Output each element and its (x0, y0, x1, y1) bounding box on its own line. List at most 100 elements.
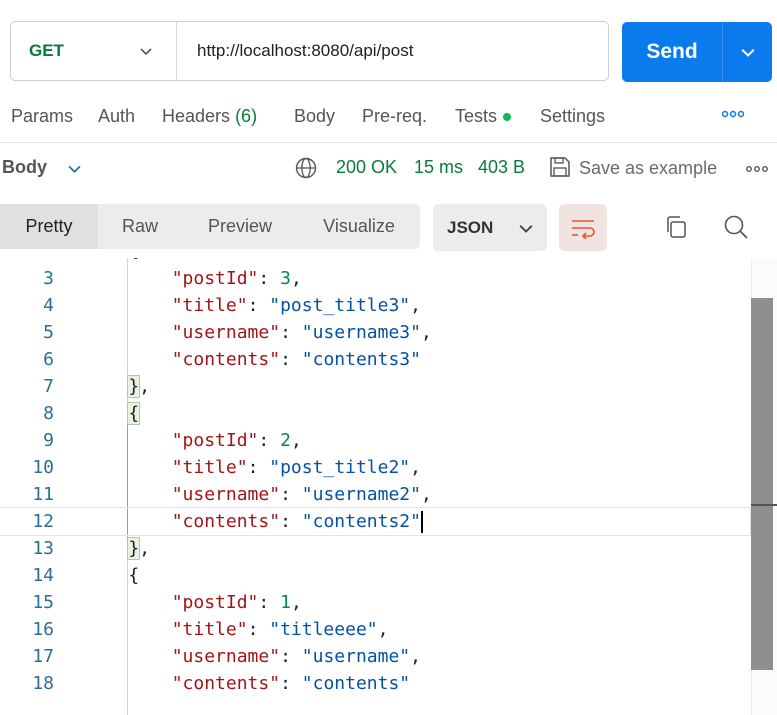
tab-body[interactable]: Body (294, 106, 335, 127)
line-number: 14 (32, 565, 54, 586)
view-pretty[interactable]: Pretty (0, 204, 98, 249)
tab-pre-request[interactable]: Pre-req. (362, 106, 427, 127)
search-button[interactable] (723, 214, 749, 240)
tab-label: Tests (455, 106, 498, 126)
code-text: "username": "username", (85, 643, 421, 670)
code-line: 5 "username": "username3", (0, 319, 750, 346)
code-line: 6 "contents": "contents3" (0, 346, 750, 373)
code-lines: { 3 "postId": 3,4 "title": "post_title3"… (0, 258, 751, 697)
code-line: 15 "postId": 1, (0, 589, 750, 616)
json-key: "title" (171, 619, 248, 640)
line-number: 11 (32, 484, 54, 505)
tests-status-dot (503, 113, 512, 122)
request-tabs: Params Auth Headers (6) Body Pre-req. Te… (0, 106, 777, 130)
tab-headers[interactable]: Headers (6) (162, 106, 257, 127)
more-horizontal-icon[interactable] (722, 108, 744, 120)
cursor-ruler-mark (751, 504, 777, 506)
json-key: "contents" (171, 349, 281, 370)
divider (0, 142, 777, 143)
json-value: "post_title2" (269, 457, 411, 478)
code-text: { (85, 562, 139, 589)
json-value: 2 (280, 430, 291, 451)
tab-settings[interactable]: Settings (540, 106, 605, 127)
punctuation: , (290, 268, 302, 289)
tab-auth[interactable]: Auth (98, 106, 135, 127)
save-as-example-label: Save as example (579, 158, 718, 178)
view-visualize[interactable]: Visualize (298, 204, 420, 249)
punctuation: : (258, 592, 281, 613)
response-section-label: Body (2, 157, 47, 177)
code-text: "title": "titleeee", (85, 616, 389, 643)
view-raw[interactable]: Raw (98, 204, 182, 249)
code-text: { (85, 258, 139, 264)
response-size[interactable]: 403 B (478, 157, 525, 178)
json-key: "title" (171, 457, 248, 478)
line-number: 9 (43, 430, 54, 451)
view-preview[interactable]: Preview (182, 204, 298, 249)
code-line: 13 }, (0, 535, 750, 562)
headers-count: (6) (235, 106, 258, 126)
globe-icon[interactable] (295, 157, 317, 179)
tab-label: Settings (540, 106, 606, 126)
line-number: 12 (32, 511, 54, 532)
code-text: "postId": 2, (85, 427, 302, 454)
punctuation: , (139, 538, 151, 559)
line-number: 6 (43, 349, 54, 370)
search-icon (724, 215, 748, 239)
punctuation: , (410, 457, 421, 478)
url-input[interactable] (177, 40, 608, 62)
code-text: }, (85, 373, 150, 400)
save-icon (550, 157, 570, 177)
json-value: "username2" (301, 484, 421, 505)
response-time[interactable]: 15 ms (414, 157, 463, 178)
code-text: "username": "username3", (85, 319, 432, 346)
code-text: }, (85, 535, 150, 562)
send-button[interactable]: Send (622, 22, 772, 82)
status-code[interactable]: 200 OK (336, 157, 397, 178)
line-number: 3 (43, 268, 54, 289)
json-value: "contents2" (301, 511, 421, 532)
vertical-scrollbar-thumb[interactable] (751, 298, 773, 670)
json-key: "contents" (171, 673, 281, 694)
save-as-example-button[interactable]: Save as example (549, 156, 717, 179)
punctuation: : (280, 673, 302, 694)
line-number: 13 (32, 538, 54, 559)
response-section-select[interactable]: Body (2, 157, 81, 178)
method-label: GET (29, 41, 64, 60)
code-text: "username": "username2", (85, 481, 432, 508)
format-select[interactable]: JSON (433, 204, 547, 251)
chevron-down-icon (519, 224, 533, 233)
code-line-partial: { (0, 258, 750, 265)
code-text: "postId": 3, (85, 265, 302, 292)
code-text: { (85, 400, 141, 427)
code-line: 18 "contents": "contents" (0, 670, 750, 697)
json-value: "username3" (301, 322, 421, 343)
punctuation: , (290, 430, 302, 451)
json-value: "post_title3" (269, 295, 411, 316)
send-options-button[interactable] (723, 22, 772, 82)
tab-label: Body (294, 106, 336, 126)
code-text: "title": "post_title2", (85, 454, 421, 481)
brace: { (127, 402, 141, 425)
code-text: "title": "post_title3", (85, 292, 421, 319)
tab-label: Pre-req. (362, 106, 428, 126)
punctuation: : (280, 484, 302, 505)
punctuation: , (420, 322, 432, 343)
more-horizontal-icon[interactable] (746, 164, 768, 174)
line-number: 8 (43, 403, 54, 424)
json-value: "contents" (301, 673, 411, 694)
tab-tests[interactable]: Tests (455, 106, 512, 127)
code-text: "contents": "contents3" (85, 346, 421, 373)
response-code-editor[interactable]: { 3 "postId": 3,4 "title": "post_title3"… (0, 258, 777, 715)
tab-params[interactable]: Params (11, 106, 73, 127)
wrap-lines-button[interactable] (559, 204, 607, 251)
brace: } (127, 537, 141, 560)
copy-button[interactable] (663, 214, 689, 240)
method-select[interactable]: GET (11, 22, 177, 80)
